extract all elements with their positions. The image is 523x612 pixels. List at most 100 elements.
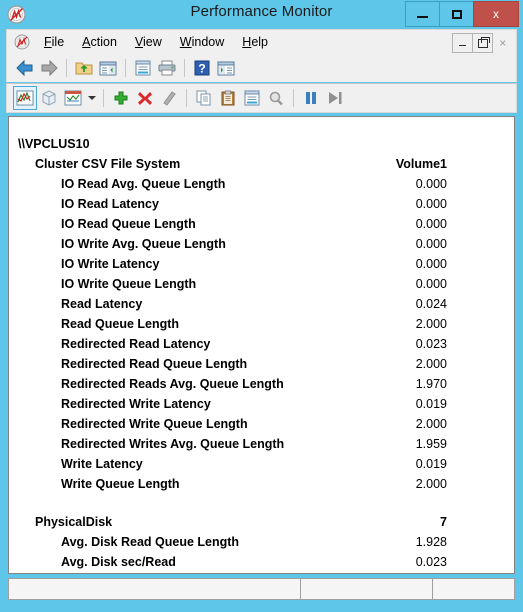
report-counter-name: Redirected Read Queue Length: [61, 357, 248, 371]
mdi-close-button[interactable]: ×: [492, 33, 513, 53]
report-counter-value[interactable]: 0.000: [259, 234, 447, 254]
report-counter-name: Redirected Write Latency: [61, 397, 211, 411]
help-icon[interactable]: ?: [190, 56, 214, 80]
report-counter-value[interactable]: 2.000: [259, 474, 447, 494]
report-counter-value[interactable]: 2.000: [259, 354, 447, 374]
properties-icon[interactable]: [131, 56, 155, 80]
report-counter-row[interactable]: Redirected Writes Avg. Queue Length 1.959: [9, 434, 514, 454]
show-action-pane-icon[interactable]: [214, 56, 238, 80]
add-counter-button[interactable]: [109, 86, 133, 110]
report-counter-value[interactable]: 0.000: [259, 214, 447, 234]
report-counter-row[interactable]: Redirected Write Queue Length 2.000: [9, 414, 514, 434]
report-counter-row[interactable]: IO Write Avg. Queue Length 0.000: [9, 234, 514, 254]
report-counter-row[interactable]: IO Write Queue Length 0.000: [9, 274, 514, 294]
perfmon-window: Performance Monitor x File Action View W…: [0, 0, 523, 612]
report-object-row[interactable]: Cluster CSV File System Volume1: [9, 154, 514, 174]
report-counter-row[interactable]: IO Read Queue Length 0.000: [9, 214, 514, 234]
perfmon-small-icon: [14, 34, 30, 50]
report-counter-value[interactable]: 0.023: [259, 334, 447, 354]
zoom-button[interactable]: [264, 86, 288, 110]
report-counter-name: Avg. Disk sec/Read: [61, 555, 176, 569]
close-button[interactable]: x: [473, 1, 519, 27]
report-counter-name: IO Read Queue Length: [61, 217, 196, 231]
report-counter-name: Redirected Reads Avg. Queue Length: [61, 377, 284, 391]
paste-counter-list-button[interactable]: [216, 86, 240, 110]
report-counter-row[interactable]: Redirected Write Latency 0.019: [9, 394, 514, 414]
report-counter-name: IO Write Latency: [61, 257, 160, 271]
show-console-tree-icon[interactable]: [96, 56, 120, 80]
report-counter-name: Redirected Read Latency: [61, 337, 211, 351]
report-counter-row[interactable]: Redirected Reads Avg. Queue Length 1.970: [9, 374, 514, 394]
report-counter-value[interactable]: 1.959: [259, 434, 447, 454]
minimize-button[interactable]: [405, 1, 440, 27]
menu-help[interactable]: Help: [233, 33, 277, 51]
report-counter-row[interactable]: Redirected Read Queue Length 2.000: [9, 354, 514, 374]
view-line-graph-button[interactable]: [13, 86, 37, 110]
highlight-button[interactable]: [157, 86, 181, 110]
print-icon[interactable]: [155, 56, 179, 80]
report-counter-value[interactable]: 0.024: [259, 294, 447, 314]
report-object-name: PhysicalDisk: [35, 515, 113, 529]
report-counter-value[interactable]: 1.928: [259, 532, 447, 552]
report-object-name: Cluster CSV File System: [35, 157, 181, 171]
properties-button[interactable]: [240, 86, 264, 110]
toolbar-separator: [186, 89, 187, 107]
report-computer-row[interactable]: \\VPCLUS10: [9, 134, 514, 154]
menu-view[interactable]: View: [126, 33, 171, 51]
report-counter-name: IO Write Queue Length: [61, 277, 197, 291]
report-counter-row[interactable]: IO Read Latency 0.000: [9, 194, 514, 214]
up-one-level-icon[interactable]: [72, 56, 96, 80]
report-counter-name: Read Latency: [61, 297, 143, 311]
report-counter-row[interactable]: Write Latency 0.019: [9, 454, 514, 474]
report-counter-row[interactable]: Read Latency 0.024: [9, 294, 514, 314]
forward-icon[interactable]: [37, 56, 61, 80]
delete-counter-button[interactable]: [133, 86, 157, 110]
report-counter-row[interactable]: Redirected Read Latency 0.023: [9, 334, 514, 354]
change-graph-type-dropdown[interactable]: [85, 86, 98, 110]
report-counter-value[interactable]: 0.000: [259, 274, 447, 294]
report-counter-row[interactable]: Avg. Disk Read Queue Length 1.928: [9, 532, 514, 552]
report-instance-name[interactable]: 7: [259, 512, 447, 532]
menu-action[interactable]: Action: [73, 33, 126, 51]
mdi-restore-button[interactable]: [472, 33, 493, 53]
report-counter-value[interactable]: 2.000: [259, 414, 447, 434]
report-counter-value[interactable]: 0.000: [259, 254, 447, 274]
report-counter-value[interactable]: 2.000: [259, 314, 447, 334]
report-instance-name[interactable]: Volume1: [259, 154, 447, 174]
report-counter-value[interactable]: 0.019: [259, 394, 447, 414]
update-data-button[interactable]: [323, 86, 347, 110]
status-pane-2: [301, 579, 433, 599]
report-object-row[interactable]: PhysicalDisk 7: [9, 512, 514, 532]
menu-bar: File Action View Window Help ×: [6, 29, 517, 54]
report-counter-row[interactable]: Write Queue Length 2.000: [9, 474, 514, 494]
view-report-button[interactable]: [61, 86, 85, 110]
maximize-button[interactable]: [439, 1, 474, 27]
report-counter-value[interactable]: 0.019: [259, 454, 447, 474]
report-counter-value[interactable]: 0.000: [259, 174, 447, 194]
status-pane-1: [9, 579, 301, 599]
report-computer-name: \\VPCLUS10: [18, 137, 90, 151]
menu-file-label-rest: ile: [51, 35, 65, 49]
report-counter-value[interactable]: 0.000: [259, 194, 447, 214]
report-counter-row[interactable]: Avg. Disk sec/Read 0.023: [9, 552, 514, 572]
menu-window[interactable]: Window: [171, 33, 233, 51]
report-counter-value[interactable]: 0.018: [259, 572, 447, 573]
toolbar-separator: [293, 89, 294, 107]
copy-properties-button[interactable]: [192, 86, 216, 110]
report-counter-row[interactable]: IO Read Avg. Queue Length 0.000: [9, 174, 514, 194]
report-counter-row[interactable]: IO Write Latency 0.000: [9, 254, 514, 274]
report-counter-row[interactable]: Read Queue Length 2.000: [9, 314, 514, 334]
view-histogram-button[interactable]: [37, 86, 61, 110]
report-counter-name: Redirected Write Queue Length: [61, 417, 248, 431]
menu-action-label-rest: ction: [90, 35, 117, 49]
report-view[interactable]: \\VPCLUS10 Cluster CSV File System Volume1…: [8, 116, 515, 574]
back-icon[interactable]: [13, 56, 37, 80]
mdi-minimize-button[interactable]: [452, 33, 473, 53]
report-counter-value[interactable]: 1.970: [259, 374, 447, 394]
status-pane-3: [433, 579, 514, 599]
menu-file[interactable]: File: [35, 33, 73, 51]
freeze-display-button[interactable]: [299, 86, 323, 110]
report-counter-value[interactable]: 0.023: [259, 552, 447, 572]
report-counter-row[interactable]: Avg. Disk sec/Write 0.018: [9, 572, 514, 573]
report-body: \\VPCLUS10 Cluster CSV File System Volume1…: [9, 117, 514, 573]
